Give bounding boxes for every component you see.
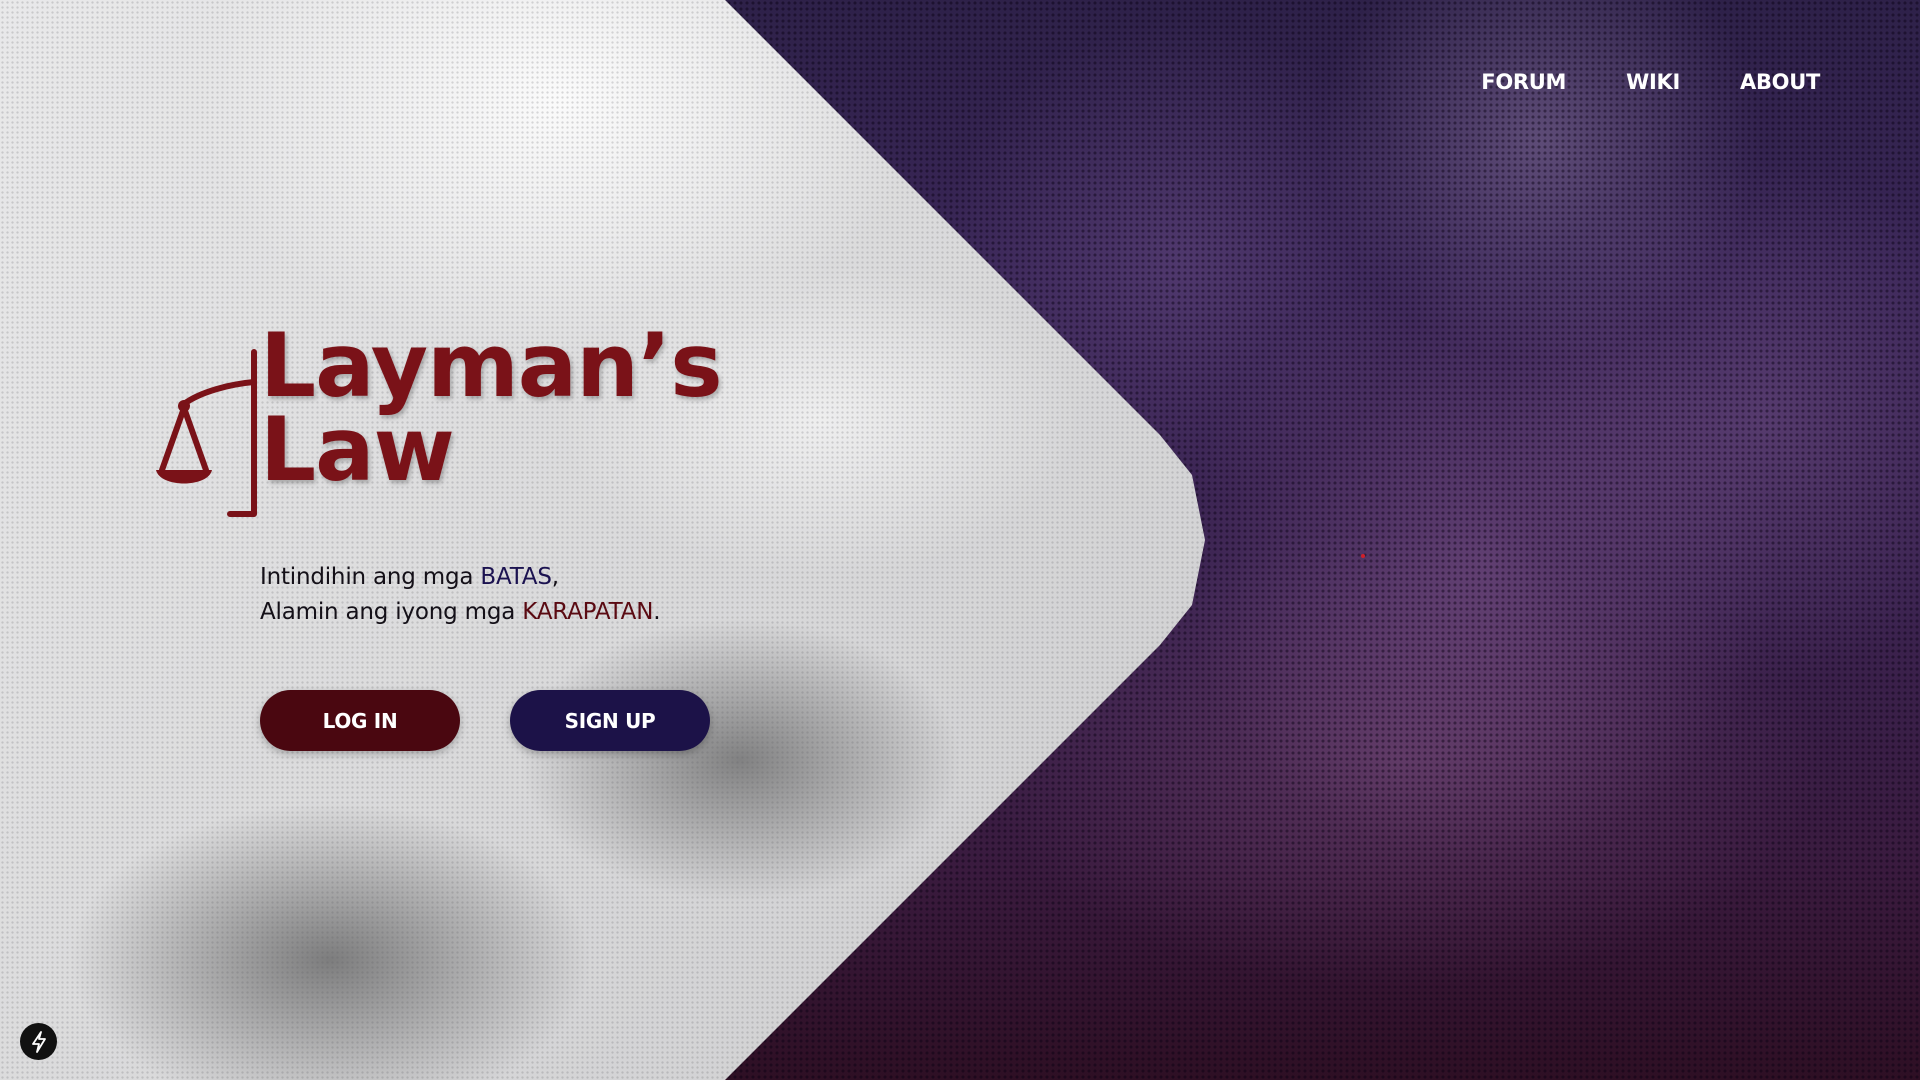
lightning-bolt-icon <box>31 1030 46 1053</box>
nav-about-link[interactable]: ABOUT <box>1740 70 1820 94</box>
highlight-batas: BATAS <box>480 564 552 590</box>
logo-line-1: Layman’s <box>260 314 723 417</box>
highlight-karapatan: KARAPATAN <box>522 599 654 625</box>
tagline-line-1: Intindihin ang mga BATAS, <box>260 560 660 595</box>
tagline-line-2: Alamin ang iyong mga KARAPATAN. <box>260 595 661 630</box>
nav-forum-link[interactable]: FORUM <box>1481 70 1566 94</box>
signup-button[interactable]: SIGN UP <box>510 690 710 751</box>
login-button[interactable]: LOG IN <box>260 690 460 751</box>
tagline-line-2-prefix: Alamin ang iyong mga <box>260 599 523 625</box>
tagline-line-2-suffix: . <box>653 599 661 625</box>
site-logo: Layman’s Law <box>150 322 730 522</box>
tagline-line-1-suffix: , <box>551 564 559 590</box>
dev-tools-badge[interactable] <box>20 1023 57 1060</box>
cursor-dot <box>1361 554 1365 558</box>
nav-wiki-link[interactable]: WIKI <box>1626 70 1680 94</box>
logo-wordmark: Layman’s Law <box>260 314 723 501</box>
top-navigation: FORUM WIKI ABOUT <box>1481 70 1820 94</box>
tagline: Intindihin ang mga BATAS, Alamin ang iyo… <box>260 560 661 630</box>
scales-of-justice-icon <box>156 349 257 517</box>
logo-line-2: Law <box>260 398 455 501</box>
tagline-line-1-prefix: Intindihin ang mga <box>260 564 481 590</box>
